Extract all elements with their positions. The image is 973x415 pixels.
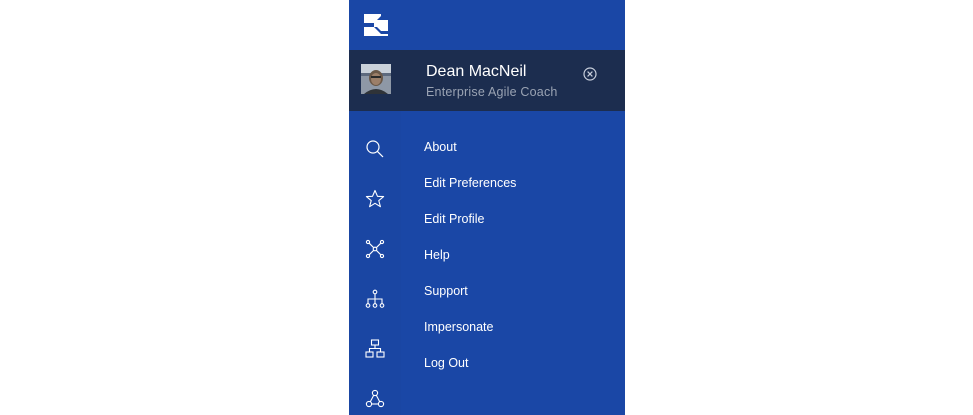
user-card: Dean MacNeil Enterprise Agile Coach [349, 50, 625, 111]
menu-item-impersonate[interactable]: Impersonate [424, 316, 516, 352]
user-menu-panel: Dean MacNeil Enterprise Agile Coach Abou… [349, 0, 625, 415]
user-title: Enterprise Agile Coach [426, 85, 558, 99]
menu-item-edit-profile[interactable]: Edit Profile [424, 208, 516, 244]
user-menu-list: About Edit Preferences Edit Profile Help… [424, 136, 516, 388]
brand-logo-icon[interactable] [364, 14, 388, 36]
star-icon[interactable] [365, 189, 385, 209]
hierarchy-icon[interactable] [365, 289, 385, 309]
network-icon[interactable] [365, 239, 385, 259]
menu-item-about[interactable]: About [424, 136, 516, 172]
menu-item-support[interactable]: Support [424, 280, 516, 316]
team-nodes-icon[interactable] [365, 389, 385, 409]
org-chart-icon[interactable] [365, 339, 385, 359]
user-name: Dean MacNeil [426, 63, 527, 80]
avatar[interactable] [361, 64, 391, 94]
logo-bar [349, 0, 625, 50]
menu-item-log-out[interactable]: Log Out [424, 352, 516, 388]
close-icon[interactable] [583, 67, 597, 81]
menu-item-edit-preferences[interactable]: Edit Preferences [424, 172, 516, 208]
icon-rail [349, 111, 401, 415]
menu-item-help[interactable]: Help [424, 244, 516, 280]
search-icon[interactable] [365, 139, 385, 159]
